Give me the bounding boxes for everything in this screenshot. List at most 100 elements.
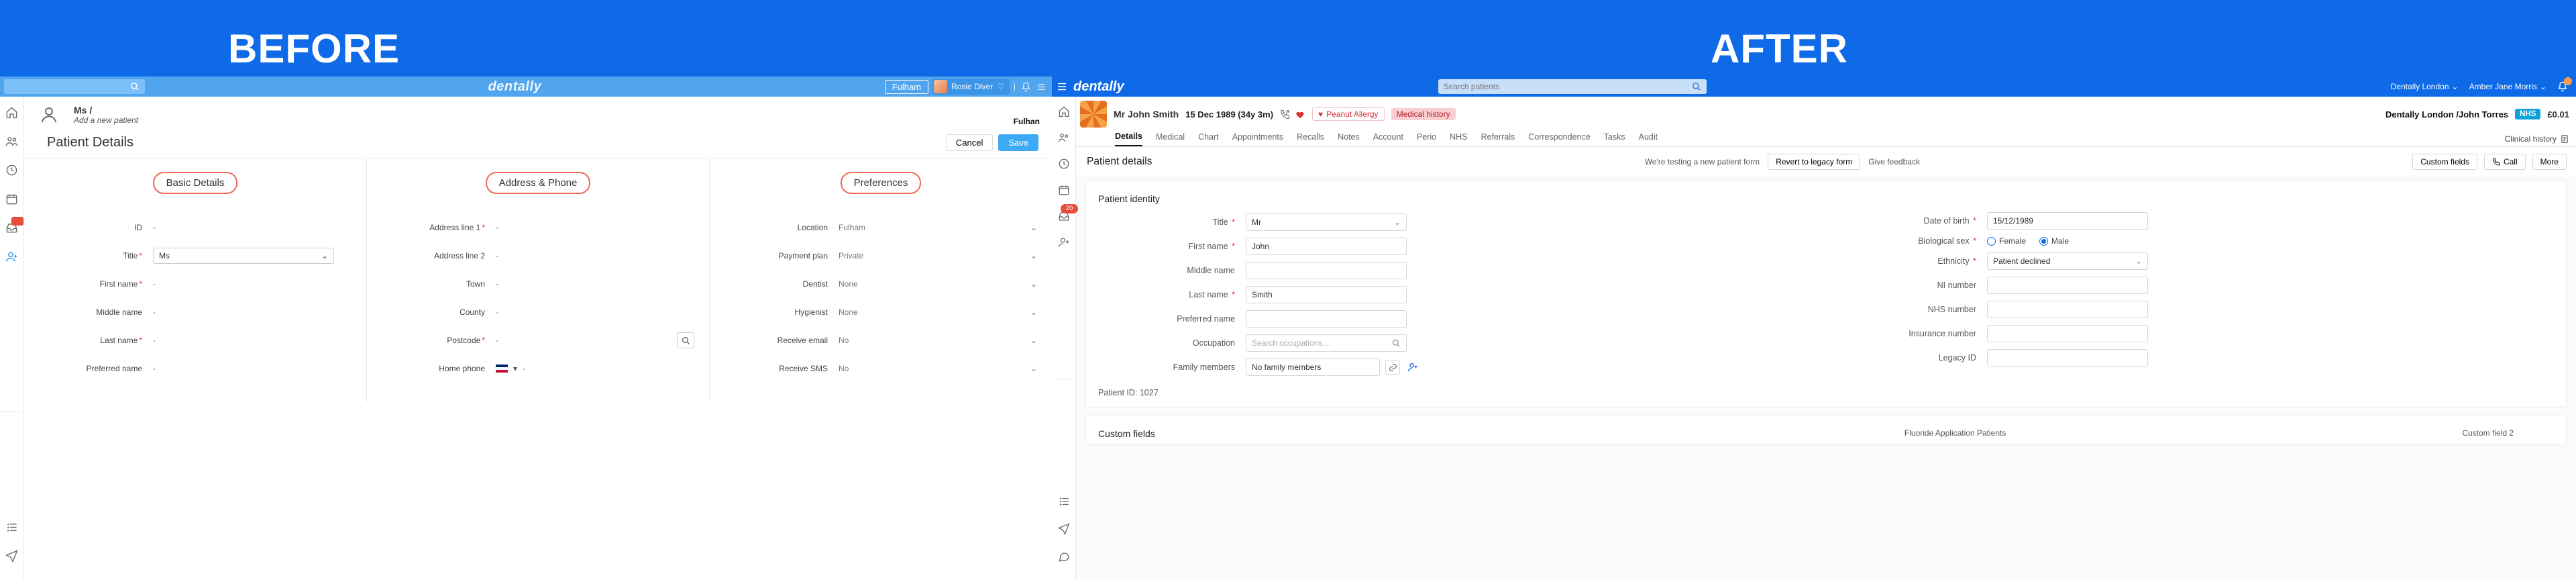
heart-icon[interactable]	[1295, 109, 1305, 119]
lastname-value[interactable]: -	[153, 336, 352, 345]
prefname-value[interactable]: -	[153, 364, 352, 373]
call-button[interactable]: Call	[2484, 154, 2526, 170]
county-value[interactable]: -	[496, 307, 694, 317]
clock-icon[interactable]	[1057, 157, 1070, 170]
ni-input[interactable]	[1987, 277, 2148, 294]
users-icon[interactable]	[1057, 131, 1070, 144]
top-user-dropdown[interactable]: Amber Jane Morris⌄	[2469, 82, 2546, 91]
middlename-value[interactable]: -	[153, 307, 352, 317]
bell-icon[interactable]	[1021, 82, 1031, 92]
give-feedback-link[interactable]: Give feedback	[1868, 157, 1920, 166]
tab-audit[interactable]: Audit	[1639, 132, 1658, 146]
tab-nhs[interactable]: NHS	[1450, 132, 1467, 146]
firstname-value[interactable]: -	[153, 279, 352, 289]
allergy-chip[interactable]: ♥Peanut Allergy	[1312, 107, 1385, 121]
sex-female-radio[interactable]: Female	[1987, 236, 2026, 246]
middlename-input[interactable]	[1246, 262, 1407, 279]
plan-value[interactable]: Private	[839, 251, 863, 260]
before-location-chip[interactable]: Fulham	[885, 80, 928, 94]
tab-medical[interactable]: Medical	[1156, 132, 1185, 146]
title-select[interactable]: Mr⌄	[1246, 213, 1407, 231]
family-input[interactable]: No family members	[1246, 358, 1380, 376]
phone-out-icon[interactable]	[1280, 109, 1290, 119]
addr1-value[interactable]: -	[496, 223, 694, 232]
town-value[interactable]: -	[496, 279, 694, 289]
before-user-chip[interactable]: Rosie Diver ♡	[932, 79, 1010, 95]
users-icon[interactable]	[5, 135, 18, 148]
top-location-dropdown[interactable]: Dentally London⌄	[2391, 82, 2459, 91]
postcode-value[interactable]: -	[496, 336, 672, 345]
addr2-label: Address line 2	[434, 251, 485, 260]
title-select[interactable]: Ms ⌄	[153, 248, 334, 264]
hygienist-value[interactable]: None	[839, 307, 858, 317]
after-search-box[interactable]	[1438, 79, 1707, 94]
bell-icon[interactable]	[2557, 81, 2568, 92]
postcode-search-button[interactable]	[677, 332, 694, 348]
home-icon[interactable]	[1057, 105, 1070, 117]
tab-chart[interactable]: Chart	[1198, 132, 1219, 146]
save-button[interactable]: Save	[998, 134, 1038, 151]
legacyid-input[interactable]	[1987, 349, 2148, 367]
chevron-down-icon[interactable]: ⌄	[1030, 336, 1037, 345]
tab-appointments[interactable]: Appointments	[1232, 132, 1283, 146]
search-icon[interactable]	[1692, 82, 1701, 91]
tab-account[interactable]: Account	[1373, 132, 1403, 146]
add-user-icon[interactable]	[1057, 236, 1070, 248]
search-input[interactable]	[1444, 82, 1692, 91]
revert-button[interactable]: Revert to legacy form	[1768, 154, 1860, 170]
send-icon[interactable]	[1057, 522, 1070, 535]
lastname-input[interactable]: Smith	[1246, 286, 1407, 303]
tab-referrals[interactable]: Referrals	[1481, 132, 1515, 146]
inbox-icon[interactable]	[1057, 209, 1070, 222]
tab-recalls[interactable]: Recalls	[1297, 132, 1324, 146]
ethnicity-select[interactable]: Patient declined⌄	[1987, 252, 2148, 270]
checklist-icon[interactable]	[1057, 495, 1070, 508]
inbox-icon[interactable]	[5, 222, 18, 234]
addr2-value[interactable]: -	[496, 251, 694, 260]
tab-notes[interactable]: Notes	[1338, 132, 1360, 146]
phone-value[interactable]: -	[523, 364, 525, 373]
add-family-icon[interactable]	[1405, 360, 1420, 375]
settings-menu-icon[interactable]	[1036, 82, 1046, 92]
add-user-icon[interactable]	[5, 250, 18, 263]
chevron-down-icon[interactable]: ⌄	[1030, 307, 1037, 317]
home-icon[interactable]	[5, 106, 18, 119]
dob-input[interactable]: 15/12/1989	[1987, 212, 2148, 230]
calendar-icon[interactable]	[1057, 183, 1070, 196]
pref-loc-value[interactable]: Fulham	[839, 223, 865, 232]
more-button[interactable]: More	[2532, 154, 2567, 170]
tab-details[interactable]: Details	[1115, 132, 1142, 146]
recv-email-value[interactable]: No	[839, 336, 849, 345]
calendar-icon[interactable]	[5, 193, 18, 205]
clinical-history-link[interactable]: Clinical history	[2505, 134, 2569, 144]
medical-history-chip[interactable]: Medical history	[1391, 108, 1456, 120]
send-icon[interactable]	[5, 550, 18, 563]
patient-tabs: Details Medical Chart Appointments Recal…	[1076, 128, 2576, 147]
custom-fields-button[interactable]: Custom fields	[2412, 154, 2477, 170]
sex-male-radio[interactable]: Male	[2039, 236, 2069, 246]
recv-sms-value[interactable]: No	[839, 364, 849, 373]
link-icon[interactable]	[1385, 360, 1400, 375]
chevron-down-icon[interactable]: ⌄	[1030, 223, 1037, 232]
chevron-down-icon[interactable]: ⌄	[1030, 279, 1037, 289]
middlename-label: Middle name	[96, 307, 142, 317]
tab-perio[interactable]: Perio	[1417, 132, 1436, 146]
clock-icon[interactable]	[5, 164, 18, 177]
chat-icon[interactable]	[1057, 550, 1070, 563]
cancel-button[interactable]: Cancel	[946, 134, 993, 151]
nhs-input[interactable]	[1987, 301, 2148, 318]
chevron-down-icon[interactable]: ⌄	[1030, 364, 1037, 373]
uk-flag-icon[interactable]	[496, 365, 508, 373]
dentist-value[interactable]: None	[839, 279, 858, 289]
tab-tasks[interactable]: Tasks	[1604, 132, 1625, 146]
checklist-icon[interactable]	[5, 521, 18, 534]
chevron-down-icon[interactable]: ⌄	[1030, 251, 1037, 260]
menu-icon[interactable]	[1056, 81, 1071, 93]
prefname-input[interactable]	[1246, 310, 1407, 328]
insurance-input[interactable]	[1987, 325, 2148, 342]
tab-correspondence[interactable]: Correspondence	[1528, 132, 1590, 146]
custom-field-2-label: Custom field 2	[2462, 428, 2514, 438]
before-search-box[interactable]	[4, 79, 145, 94]
firstname-input[interactable]: John	[1246, 238, 1407, 255]
occupation-search[interactable]: Search occupations...	[1246, 334, 1407, 352]
